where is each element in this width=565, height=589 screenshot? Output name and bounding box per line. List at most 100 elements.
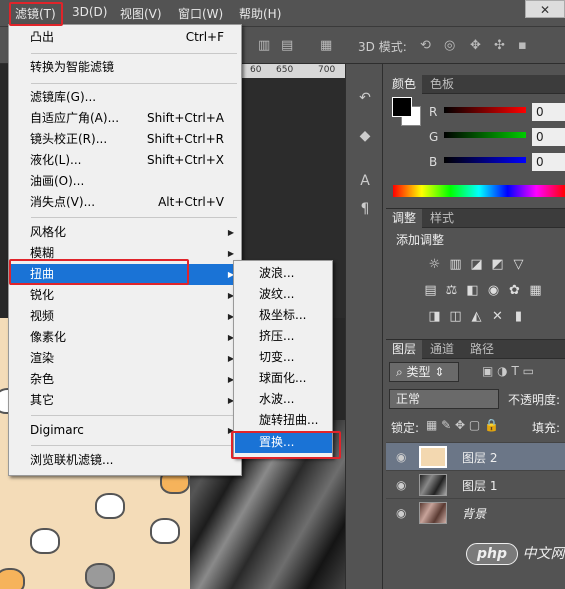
menu-item-render[interactable]: 渲染 ▶ bbox=[10, 348, 240, 369]
menu-item-label: 视频 bbox=[30, 309, 55, 323]
balance-icon[interactable]: ⚖ bbox=[443, 283, 460, 298]
bw-icon[interactable]: ◧ bbox=[464, 283, 481, 298]
lookup-icon[interactable]: ▦ bbox=[527, 283, 544, 298]
tab-color[interactable]: 颜色 bbox=[386, 75, 423, 94]
layer-row[interactable]: ◉ 背景 bbox=[386, 498, 565, 526]
layer-name: 背景 bbox=[462, 507, 487, 521]
adjust-panel-title: 添加调整 bbox=[396, 233, 445, 247]
tab-adjustments[interactable]: 调整 bbox=[386, 209, 423, 228]
red-channel-row: R 0 bbox=[386, 103, 565, 123]
3d-roll-icon[interactable]: ◎ bbox=[444, 38, 455, 53]
tab-swatches[interactable]: 色板 bbox=[424, 75, 460, 94]
opacity-label: 不透明度: bbox=[508, 393, 561, 407]
submenu-item-pinch[interactable]: 挤压... bbox=[235, 326, 332, 347]
character-icon[interactable]: A bbox=[356, 173, 374, 191]
menu-help[interactable]: 帮助(H) bbox=[239, 5, 281, 22]
ruler-tick: 700 bbox=[318, 65, 336, 75]
submenu-item-ripple[interactable]: 波纹... bbox=[235, 284, 332, 305]
menu-item-pixelate[interactable]: 像素化 ▶ bbox=[10, 327, 240, 348]
submenu-item-polar[interactable]: 极坐标... bbox=[235, 305, 332, 326]
lock-icons[interactable]: ▦ ✎ ✥ ▢ 🔒 bbox=[426, 418, 499, 432]
history-icon[interactable]: ↶ bbox=[356, 90, 374, 108]
submenu-item-shear[interactable]: 切变... bbox=[235, 347, 332, 368]
curves-icon[interactable]: ◪ bbox=[468, 257, 485, 272]
menu-item-label: Digimarc bbox=[30, 423, 84, 437]
3d-scale-icon[interactable]: ▪ bbox=[518, 38, 527, 53]
layer-row[interactable]: ◉ 图层 1 bbox=[386, 470, 565, 498]
watermark: php 中文网 bbox=[466, 543, 564, 565]
vibrance-icon[interactable]: ▽ bbox=[510, 257, 527, 272]
distribute-icon[interactable]: ▦ bbox=[320, 38, 332, 53]
red-slider[interactable] bbox=[444, 107, 526, 113]
tab-channels[interactable]: 通道 bbox=[424, 340, 460, 359]
3d-slide-icon[interactable]: ✣ bbox=[494, 38, 505, 53]
invert-icon[interactable]: ◨ bbox=[426, 309, 443, 324]
ruler: 60 650 700 bbox=[242, 64, 345, 78]
exposure-icon[interactable]: ◩ bbox=[489, 257, 506, 272]
align-icon[interactable]: ▥ bbox=[258, 38, 270, 53]
menu-item-gallery[interactable]: 滤镜库(G)... bbox=[10, 87, 240, 108]
gradient-map-icon[interactable]: ▮ bbox=[510, 309, 527, 324]
menu-view[interactable]: 视图(V) bbox=[120, 5, 162, 22]
blue-slider[interactable] bbox=[444, 157, 526, 163]
menu-item-vanishing-point[interactable]: 消失点(V)... Alt+Ctrl+V bbox=[10, 192, 240, 213]
menu-divider bbox=[31, 83, 237, 84]
selective-color-icon[interactable]: ✕ bbox=[489, 309, 506, 324]
menu-item-extrude[interactable]: 凸出 Ctrl+F bbox=[10, 27, 240, 48]
brightness-icon[interactable]: ☼ bbox=[426, 257, 443, 272]
threshold-icon[interactable]: ◭ bbox=[468, 309, 485, 324]
menu-item-sharpen[interactable]: 锐化 ▶ bbox=[10, 285, 240, 306]
submenu-item-spherize[interactable]: 球面化... bbox=[235, 368, 332, 389]
layer-row[interactable]: ◉ 图层 2 bbox=[386, 442, 565, 470]
menu-item-adaptive-wide-angle[interactable]: 自适应广角(A)... Shift+Ctrl+A bbox=[10, 108, 240, 129]
filter-icons[interactable]: ▣ ◑ T ▭ bbox=[482, 364, 534, 378]
align-center-icon[interactable]: ▤ bbox=[281, 38, 293, 53]
tab-styles[interactable]: 样式 bbox=[424, 209, 460, 228]
green-slider[interactable] bbox=[444, 132, 526, 138]
blue-value-input[interactable]: 0 bbox=[532, 153, 565, 171]
menu-item-oil-paint[interactable]: 油画(O)... bbox=[10, 171, 240, 192]
close-icon[interactable]: ✕ bbox=[525, 0, 565, 18]
tab-layers[interactable]: 图层 bbox=[386, 340, 423, 359]
submenu-item-twirl[interactable]: 旋转扭曲... bbox=[235, 410, 332, 431]
hue-icon[interactable]: ▤ bbox=[422, 283, 439, 298]
adjustments-panel: 调整 样式 添加调整 ☼ ▥ ◪ ◩ ▽ ▤ ⚖ ◧ ◉ ✿ ▦ ◨ ◫ ◭ ✕ ▮ bbox=[386, 208, 565, 336]
filter-menu: 凸出 Ctrl+F 转换为智能滤镜 滤镜库(G)... 自适应广角(A)... Sh… bbox=[8, 24, 242, 476]
submenu-item-label: 波纹... bbox=[259, 287, 295, 301]
eye-icon[interactable]: ◉ bbox=[396, 478, 406, 492]
submenu-item-zigzag[interactable]: 水波... bbox=[235, 389, 332, 410]
ruler-tick: 650 bbox=[276, 65, 294, 75]
red-value-input[interactable]: 0 bbox=[532, 103, 565, 121]
menu-item-browse-online[interactable]: 浏览联机滤镜... bbox=[10, 450, 240, 471]
layer-filter-select[interactable]: ⌕ 类型 ⇕ bbox=[389, 362, 459, 382]
menu-item-video[interactable]: 视频 ▶ bbox=[10, 306, 240, 327]
channel-mixer-icon[interactable]: ✿ bbox=[506, 283, 523, 298]
cat-image bbox=[30, 528, 60, 554]
menu-item-noise[interactable]: 杂色 ▶ bbox=[10, 369, 240, 390]
menu-item-lens-correction[interactable]: 镜头校正(R)... Shift+Ctrl+R bbox=[10, 129, 240, 150]
color-spectrum[interactable] bbox=[393, 185, 565, 197]
menu-3d[interactable]: 3D(D) bbox=[72, 5, 107, 19]
eye-icon[interactable]: ◉ bbox=[396, 506, 406, 520]
photo-filter-icon[interactable]: ◉ bbox=[485, 283, 502, 298]
menu-divider bbox=[31, 217, 237, 218]
menu-window[interactable]: 窗口(W) bbox=[178, 5, 223, 22]
menu-item-stylize[interactable]: 风格化 ▶ bbox=[10, 222, 240, 243]
submenu-item-wave[interactable]: 波浪... bbox=[235, 263, 332, 284]
posterize-icon[interactable]: ◫ bbox=[447, 309, 464, 324]
levels-icon[interactable]: ▥ bbox=[447, 257, 464, 272]
eye-icon[interactable]: ◉ bbox=[396, 450, 406, 464]
3d-pan-icon[interactable]: ✥ bbox=[470, 38, 481, 53]
3d-icon[interactable]: ◆ bbox=[356, 128, 374, 146]
layers-panel-tabs: 图层 通道 路径 bbox=[386, 340, 565, 359]
green-value-input[interactable]: 0 bbox=[532, 128, 565, 146]
menu-item-other[interactable]: 其它 ▶ bbox=[10, 390, 240, 411]
3d-rotate-icon[interactable]: ⟲ bbox=[420, 38, 431, 53]
menu-item-smart-filter[interactable]: 转换为智能滤镜 bbox=[10, 57, 240, 78]
paragraph-icon[interactable]: ¶ bbox=[356, 201, 374, 219]
submenu-item-label: 挤压... bbox=[259, 329, 295, 343]
tab-paths[interactable]: 路径 bbox=[464, 340, 500, 359]
menu-item-liquify[interactable]: 液化(L)... Shift+Ctrl+X bbox=[10, 150, 240, 171]
blend-mode-select[interactable]: 正常 bbox=[389, 389, 499, 409]
menu-item-digimarc[interactable]: Digimarc ▶ bbox=[10, 420, 240, 441]
